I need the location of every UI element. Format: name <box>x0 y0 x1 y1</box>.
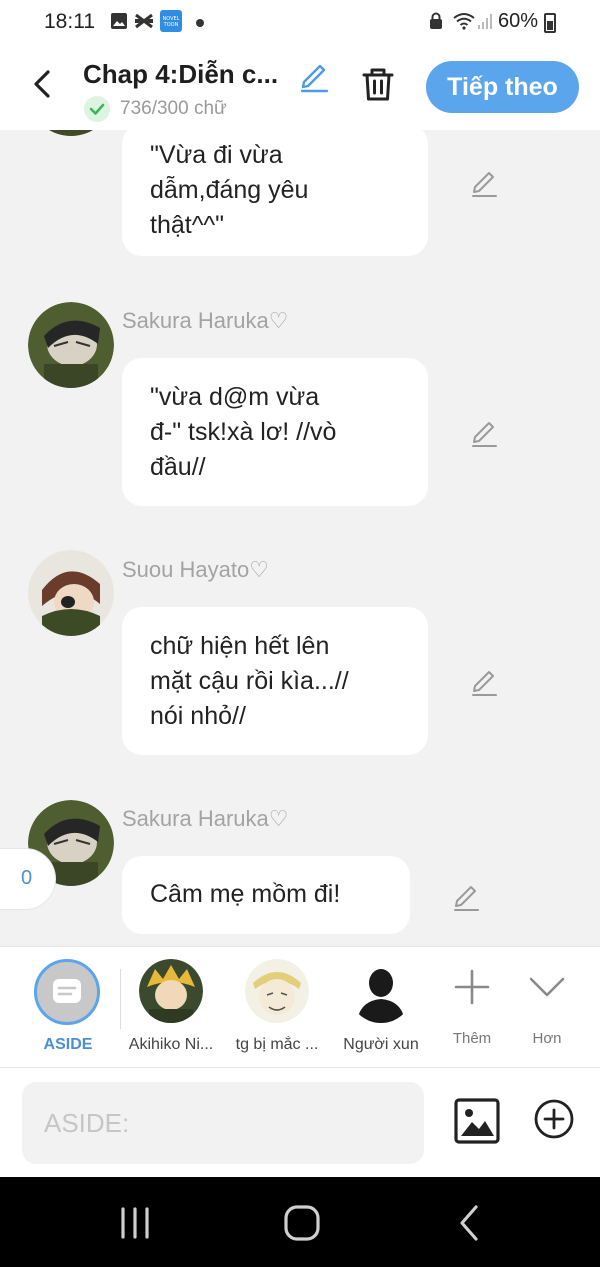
battery-percent: 60% <box>498 10 539 32</box>
avatar[interactable] <box>28 130 114 136</box>
expand-characters-button[interactable]: Hơn <box>517 965 577 1047</box>
home-button[interactable] <box>280 1201 324 1245</box>
notification-dot <box>196 19 204 27</box>
delete-button[interactable] <box>358 64 398 104</box>
chevron-down-icon <box>529 977 565 997</box>
signal-icon <box>476 12 494 30</box>
message-line: mặt cậu rồi kìa...// <box>150 667 349 695</box>
character-avatar <box>245 959 309 1023</box>
word-count: 736/300 chữ <box>120 98 227 119</box>
message-line: dẫm,đáng yêu <box>150 176 309 204</box>
person-silhouette-icon <box>349 959 413 1023</box>
edit-message-button[interactable] <box>450 880 482 912</box>
message-bubble[interactable]: chữ hiện hết lên mặt cậu rồi kìa...// nó… <box>122 607 428 755</box>
system-nav-bar <box>0 1177 600 1267</box>
chapter-title: Chap 4:Diễn c... <box>83 59 279 89</box>
sender-name: Suou Hayato♡ <box>122 557 269 582</box>
recent-apps-icon <box>121 1207 149 1239</box>
more-label: Thêm <box>452 1030 492 1047</box>
character-item[interactable]: tg bị mắc ... <box>230 959 324 1054</box>
character-name: tg bị mắc ... <box>235 1036 319 1053</box>
input-area <box>0 1068 600 1177</box>
edit-message-button[interactable] <box>468 166 500 198</box>
message-icon <box>53 979 81 1003</box>
gallery-icon <box>110 12 128 30</box>
status-bar: 18:11 NOVEL TOON 60% <box>0 0 600 46</box>
avatar[interactable] <box>28 302 114 388</box>
next-button[interactable]: Tiếp theo <box>426 61 579 113</box>
character-avatar <box>349 959 413 1023</box>
message-bubble[interactable]: "Vừa đi vừa dẫm,đáng yêu thật^^" <box>122 130 428 256</box>
edit-message-button[interactable] <box>468 416 500 448</box>
character-bar: ASIDE Akihiko Ni... tg bị mắc ... Người … <box>0 946 600 1068</box>
message-line: nói nhỏ// <box>150 702 246 730</box>
message-input[interactable] <box>22 1082 424 1164</box>
system-back-button[interactable] <box>448 1201 492 1245</box>
capcut-icon <box>134 12 153 30</box>
wifi-icon <box>452 12 476 30</box>
character-item[interactable]: Akihiko Ni... <box>124 959 218 1054</box>
message-bubble[interactable]: "vừa d@m vừa đ-" tsk!xà lơ! //vò đầu// <box>122 358 428 506</box>
message-line: chữ hiện hết lên <box>150 632 330 660</box>
expand-label: Hơn <box>532 1030 562 1047</box>
image-icon <box>454 1098 500 1144</box>
recent-apps-button[interactable] <box>113 1201 157 1245</box>
message-bubble[interactable]: Câm mẹ mồm đi! <box>122 856 410 934</box>
message-line: đầu// <box>150 453 206 481</box>
pencil-icon <box>472 422 497 447</box>
character-name: Người xun <box>343 1036 419 1053</box>
add-button[interactable] <box>533 1098 575 1140</box>
aside-button[interactable] <box>34 959 100 1025</box>
plus-icon <box>454 969 490 1005</box>
chat-area[interactable]: "Vừa đi vừa dẫm,đáng yêu thật^^" Sakura … <box>0 130 600 946</box>
back-button[interactable] <box>22 64 62 104</box>
status-time: 18:11 <box>44 10 95 33</box>
novel-toon-icon: NOVEL TOON <box>160 10 182 32</box>
character-name: Akihiko Ni... <box>128 1036 214 1053</box>
check-icon <box>84 96 110 122</box>
message-line: thật^^" <box>150 211 225 239</box>
pencil-icon <box>472 172 497 197</box>
back-arrow-icon <box>460 1205 478 1241</box>
pencil-icon <box>300 64 329 93</box>
sender-name: Sakura Haruka♡ <box>122 806 289 831</box>
svg-text:TOON: TOON <box>163 22 179 28</box>
divider <box>120 969 121 1029</box>
edit-title-button[interactable] <box>296 58 332 94</box>
avatar[interactable] <box>28 550 114 636</box>
edit-message-button[interactable] <box>468 665 500 697</box>
sender-name: Sakura Haruka♡ <box>122 308 289 333</box>
lock-icon <box>428 12 446 30</box>
message-line: Câm mẹ mồm đi! <box>150 880 341 908</box>
counter-value: 0 <box>21 867 33 889</box>
trash-icon <box>362 68 394 101</box>
pencil-icon <box>454 886 479 911</box>
character-item[interactable]: Người xun <box>334 959 428 1054</box>
message-line: "vừa d@m vừa <box>150 383 320 411</box>
chevron-left-icon <box>34 70 50 98</box>
editor-header: Chap 4:Diễn c... 736/300 chữ Tiếp theo <box>0 46 600 130</box>
character-avatar <box>139 959 203 1023</box>
home-icon <box>284 1205 320 1241</box>
message-line: đ-" tsk!xà lơ! //vò <box>150 418 337 446</box>
pencil-icon <box>472 671 497 696</box>
add-character-button[interactable]: Thêm <box>442 965 502 1047</box>
battery-icon <box>544 13 556 33</box>
insert-image-button[interactable] <box>454 1098 500 1144</box>
message-line: "Vừa đi vừa <box>150 141 283 169</box>
floating-counter[interactable]: 0 <box>0 848 56 910</box>
plus-circle-icon <box>534 1099 574 1139</box>
aside-label: ASIDE <box>43 1036 93 1053</box>
